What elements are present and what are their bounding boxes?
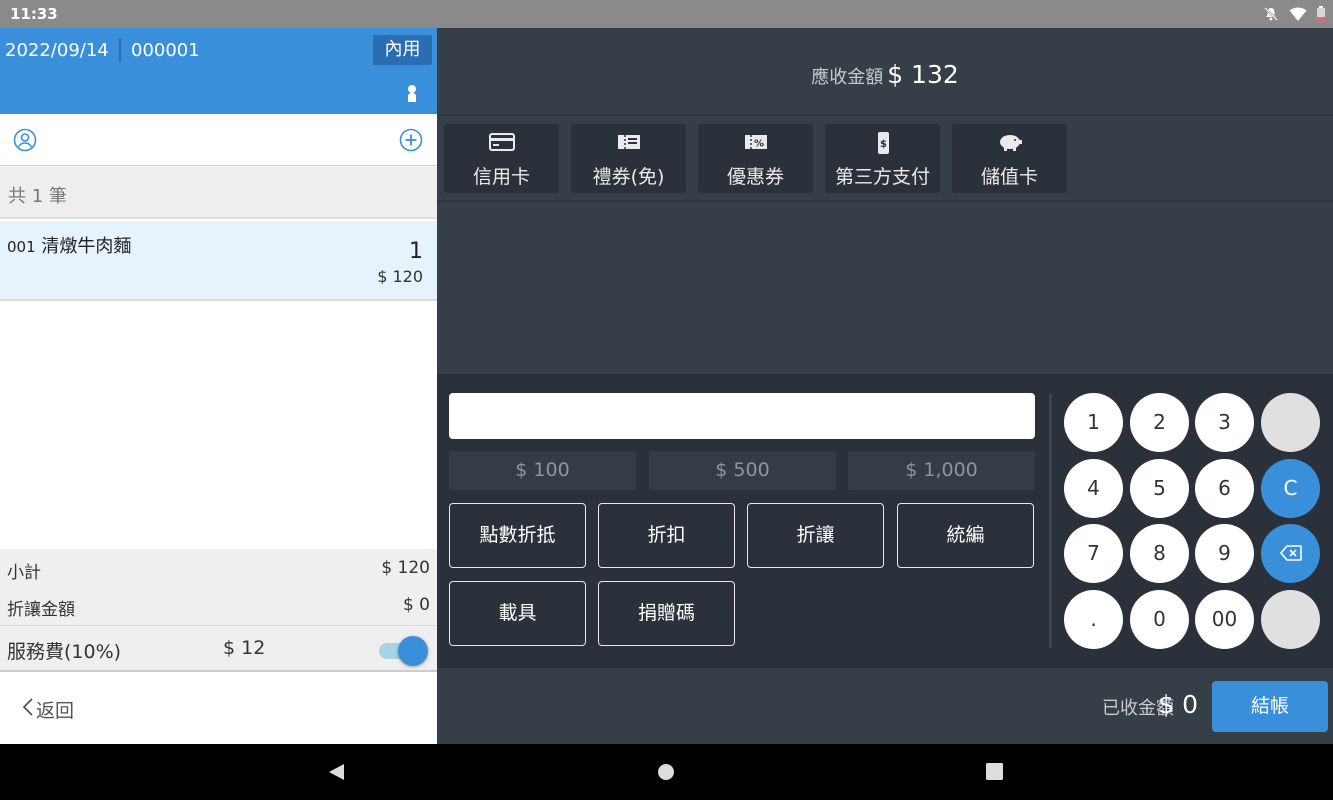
item-price: $ 120 (377, 267, 423, 286)
order-summary: 小計 $ 120 折讓金額 $ 0 服務費(10%) $ 12 (0, 549, 437, 670)
nav-back-icon[interactable] (327, 763, 345, 785)
discount-button[interactable]: 折扣 (598, 503, 735, 568)
item-quantity: 1 (409, 239, 423, 264)
item-count-row: 共 1 筆 (0, 167, 437, 219)
service-fee-label: 服務費(10%) (7, 641, 122, 663)
order-panel: 2022/09/14 000001 內用 共 1 筆 001 清燉牛肉麵 1 $… (0, 28, 437, 744)
quick-amount-1000[interactable]: $ 1,000 (848, 451, 1035, 490)
amount-due-value: $ 132 (887, 60, 959, 89)
add-customer-icon[interactable] (399, 128, 423, 156)
item-count: 共 1 筆 (8, 186, 67, 207)
carrier-button[interactable]: 載具 (449, 581, 586, 646)
allowance-button[interactable]: 折讓 (747, 503, 884, 568)
person-icon[interactable] (405, 84, 419, 106)
amount-due-label: 應收金額 (811, 67, 884, 88)
status-icons (1263, 6, 1325, 26)
key-7[interactable]: 7 (1064, 524, 1123, 583)
service-fee-toggle[interactable] (377, 635, 429, 667)
coupon-icon: % (698, 132, 813, 152)
header-divider (119, 38, 121, 62)
key-5[interactable]: 5 (1130, 459, 1189, 518)
item-code: 001 (7, 238, 36, 256)
key-1[interactable]: 1 (1064, 393, 1123, 452)
subtotal-row: 小計 $ 120 (0, 549, 437, 587)
discount-row: 折讓金額 $ 0 (0, 587, 437, 625)
status-time: 11:33 (10, 5, 58, 23)
pay-coupon-button[interactable]: % 優惠券 (698, 124, 813, 193)
amount-due-line: 應收金額 $ 132 (811, 60, 959, 89)
notifications-off-icon (1263, 6, 1279, 26)
back-button[interactable]: 返回 (22, 696, 74, 723)
amount-due-header: 應收金額 $ 132 (437, 28, 1333, 116)
checkout-bar: 已收金額 $ 0 結帳 (437, 668, 1333, 744)
key-9[interactable]: 9 (1195, 524, 1254, 583)
input-area: $ 100 $ 500 $ 1,000 點數折抵 折扣 折讓 統編 載具 捐贈碼… (437, 374, 1333, 668)
order-number: 000001 (131, 40, 200, 61)
nav-recents-icon[interactable] (986, 763, 1003, 784)
mobile-payment-icon: $ (825, 132, 940, 154)
tax-id-button[interactable]: 統編 (897, 503, 1034, 568)
status-bar: 11:33 (0, 0, 1333, 28)
key-8[interactable]: 8 (1130, 524, 1189, 583)
pay-stored-value-button[interactable]: 儲值卡 (952, 124, 1067, 193)
item-name: 清燉牛肉麵 (41, 236, 132, 257)
order-date: 2022/09/14 (5, 40, 109, 61)
back-row: 返回 (0, 670, 437, 744)
quick-amount-100[interactable]: $ 100 (449, 451, 636, 490)
backspace-key[interactable] (1261, 524, 1320, 583)
checkout-button[interactable]: 結帳 (1212, 681, 1328, 732)
amount-input[interactable] (449, 393, 1035, 439)
pay-method-label: 第三方支付 (834, 166, 930, 188)
key-4[interactable]: 4 (1064, 459, 1123, 518)
key-6[interactable]: 6 (1195, 459, 1254, 518)
subtotal-label: 小計 (7, 563, 41, 583)
payment-panel: 應收金額 $ 132 信用卡 禮券(免) % 優惠券 $ 第三方支付 儲值卡 $… (437, 28, 1333, 744)
key-2[interactable]: 2 (1130, 393, 1189, 452)
pay-method-label: 儲值卡 (980, 166, 1038, 188)
back-label: 返回 (36, 700, 75, 722)
discount-value: $ 0 (402, 595, 430, 615)
order-header: 2022/09/14 000001 內用 (0, 28, 437, 114)
keypad-divider (1049, 394, 1052, 648)
key-0[interactable]: 0 (1130, 590, 1189, 649)
discount-label: 折讓金額 (7, 600, 75, 620)
dine-mode-badge[interactable]: 內用 (373, 35, 432, 65)
service-fee-row: 服務費(10%) $ 12 (0, 626, 437, 670)
key-00[interactable]: 00 (1195, 590, 1254, 649)
chevron-left-icon (22, 697, 34, 722)
nav-home-icon[interactable] (657, 763, 675, 785)
key-3[interactable]: 3 (1195, 393, 1254, 452)
pay-method-label: 信用卡 (472, 166, 530, 188)
subtotal-value: $ 120 (381, 558, 430, 578)
customer-icon[interactable] (13, 128, 37, 156)
system-nav-bar (0, 744, 1333, 800)
pay-method-label: 優惠券 (726, 166, 784, 188)
clear-key[interactable]: C (1261, 459, 1320, 518)
customer-row (0, 114, 437, 166)
key-blank-bottom[interactable] (1261, 590, 1320, 649)
key-decimal[interactable]: . (1064, 590, 1123, 649)
credit-card-icon (444, 132, 559, 152)
wifi-icon (1289, 6, 1307, 26)
payment-methods: 信用卡 禮券(免) % 優惠券 $ 第三方支付 儲值卡 (437, 116, 1333, 202)
svg-text:%: % (753, 139, 763, 150)
toggle-knob (398, 636, 428, 666)
donation-code-button[interactable]: 捐贈碼 (598, 581, 735, 646)
pay-credit-card-button[interactable]: 信用卡 (444, 124, 559, 193)
list-item[interactable]: 001 清燉牛肉麵 1 $ 120 (0, 221, 437, 301)
svg-text:$: $ (880, 139, 887, 150)
pay-method-label: 禮券(免) (592, 166, 665, 188)
piggy-bank-icon (952, 132, 1067, 152)
gift-voucher-icon (571, 132, 686, 152)
paid-amount: $ 0 (1158, 690, 1198, 719)
quick-amount-500[interactable]: $ 500 (649, 451, 836, 490)
service-fee-value: $ 12 (223, 637, 266, 659)
battery-icon (1317, 6, 1325, 26)
backspace-icon (1279, 545, 1302, 561)
item-name-line: 001 清燉牛肉麵 (7, 232, 131, 258)
points-redeem-button[interactable]: 點數折抵 (449, 503, 586, 568)
pay-gift-voucher-button[interactable]: 禮券(免) (571, 124, 686, 193)
pay-third-party-button[interactable]: $ 第三方支付 (825, 124, 940, 193)
key-blank-top[interactable] (1261, 393, 1320, 452)
